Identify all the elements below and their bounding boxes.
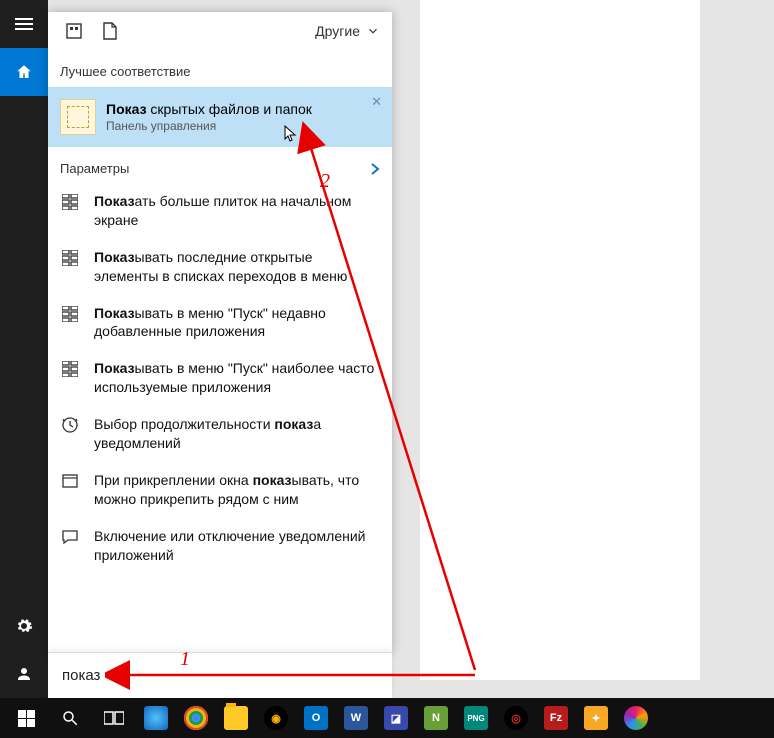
taskbar-search-button[interactable]: [48, 698, 92, 738]
taskbar-app-npp[interactable]: N: [416, 698, 456, 738]
word-icon: W: [344, 706, 368, 730]
taskbar-app-misc[interactable]: ✦: [576, 698, 616, 738]
mouse-cursor-icon: [284, 125, 298, 143]
settings-item[interactable]: Показать больше плиток на начальном экра…: [48, 184, 392, 240]
settings-item-label: При прикреплении окна показывать, что мо…: [94, 471, 378, 509]
hamburger-icon: [15, 15, 33, 33]
chevron-right-icon: [370, 162, 380, 176]
taskbar-app-png[interactable]: PNG: [456, 698, 496, 738]
apps-icon: [66, 23, 82, 39]
settings-list: Показать больше плиток на начальном экра…: [48, 184, 392, 574]
best-match-result[interactable]: Показ скрытых файлов и папок Панель упра…: [48, 87, 392, 147]
picasa-icon: [624, 706, 648, 730]
taskbar-app-chrome[interactable]: [176, 698, 216, 738]
settings-item-label: Показывать в меню "Пуск" наиболее часто …: [94, 359, 378, 397]
chevron-down-icon: [366, 24, 380, 38]
other-filter-label: Другие: [315, 23, 360, 39]
settings-item-label: Выбор продолжительности показа уведомлен…: [94, 415, 378, 453]
gear-icon: [15, 617, 33, 635]
best-match-text: Показ скрытых файлов и папок Панель упра…: [106, 101, 312, 133]
home-button[interactable]: [0, 48, 48, 96]
task-view-button[interactable]: [92, 698, 136, 738]
taskbar-app-fz[interactable]: Fz: [536, 698, 576, 738]
taskbar-app-picasa[interactable]: [616, 698, 656, 738]
npp-icon: N: [424, 706, 448, 730]
home-icon: [15, 63, 33, 81]
chat-icon: [62, 529, 82, 545]
hamburger-button[interactable]: [0, 0, 48, 48]
panel-header: Другие: [48, 12, 392, 50]
png-icon: PNG: [464, 706, 488, 730]
apps-filter-button[interactable]: [60, 17, 88, 45]
img1-icon: ◪: [384, 706, 408, 730]
taskbar-app-aimp[interactable]: ◉: [256, 698, 296, 738]
documents-filter-button[interactable]: [96, 17, 124, 45]
chrome-icon: [184, 706, 208, 730]
search-input-container: [48, 652, 392, 698]
taskview-icon: [104, 710, 124, 726]
settings-item[interactable]: Выбор продолжительности показа уведомлен…: [48, 407, 392, 463]
taskbar-app-od[interactable]: ◎: [496, 698, 536, 738]
user-icon: [15, 665, 33, 683]
settings-item[interactable]: Показывать последние открытые элементы в…: [48, 240, 392, 296]
settings-button[interactable]: [0, 602, 48, 650]
taskbar-app-img1[interactable]: ◪: [376, 698, 416, 738]
taskbar-app-word[interactable]: W: [336, 698, 376, 738]
taskbar-app-files[interactable]: [216, 698, 256, 738]
desktop: Другие Лучшее соответствие Показ скрытых…: [0, 0, 774, 698]
search-icon: [61, 709, 79, 727]
document-icon: [103, 22, 117, 40]
best-match-close[interactable]: ✕: [371, 95, 382, 108]
misc-icon: ✦: [584, 706, 608, 730]
search-input[interactable]: [48, 653, 392, 698]
annotation-label-1: 1: [180, 648, 190, 671]
tiles-icon: [62, 361, 82, 377]
annotation-label-2: 2: [320, 170, 330, 193]
tiles-icon: [62, 194, 82, 210]
best-match-header: Лучшее соответствие: [48, 50, 392, 87]
start-left-rail: [0, 0, 48, 698]
fz-icon: Fz: [544, 706, 568, 730]
settings-item-label: Показывать последние открытые элементы в…: [94, 248, 378, 286]
ie-icon: [144, 706, 168, 730]
taskbar-app-ie[interactable]: [136, 698, 176, 738]
settings-item-label: Включение или отключение уведомлений при…: [94, 527, 378, 565]
taskbar: ◉ OW ◪ N PNG ◎ Fz ✦: [0, 698, 774, 738]
settings-item[interactable]: При прикреплении окна показывать, что мо…: [48, 463, 392, 519]
start-button[interactable]: [4, 698, 48, 738]
settings-item[interactable]: Включение или отключение уведомлений при…: [48, 519, 392, 575]
folder-options-icon: [60, 99, 96, 135]
search-results-panel: Другие Лучшее соответствие Показ скрытых…: [48, 12, 392, 652]
od-icon: ◎: [504, 706, 528, 730]
files-icon: [224, 706, 248, 730]
tiles-icon: [62, 306, 82, 322]
background-document: [420, 0, 700, 680]
other-filter-dropdown[interactable]: Другие: [315, 23, 380, 39]
settings-item[interactable]: Показывать в меню "Пуск" наиболее часто …: [48, 351, 392, 407]
clock-icon: [62, 417, 82, 433]
settings-item[interactable]: Показывать в меню "Пуск" недавно добавле…: [48, 296, 392, 352]
settings-header[interactable]: Параметры: [48, 147, 392, 184]
windows-icon: [18, 710, 35, 727]
settings-item-label: Показать больше плиток на начальном экра…: [94, 192, 378, 230]
window-icon: [62, 473, 82, 489]
taskbar-app-outlook[interactable]: O: [296, 698, 336, 738]
settings-item-label: Показывать в меню "Пуск" недавно добавле…: [94, 304, 378, 342]
outlook-icon: O: [304, 706, 328, 730]
tiles-icon: [62, 250, 82, 266]
aimp-icon: ◉: [264, 706, 288, 730]
user-button[interactable]: [0, 650, 48, 698]
